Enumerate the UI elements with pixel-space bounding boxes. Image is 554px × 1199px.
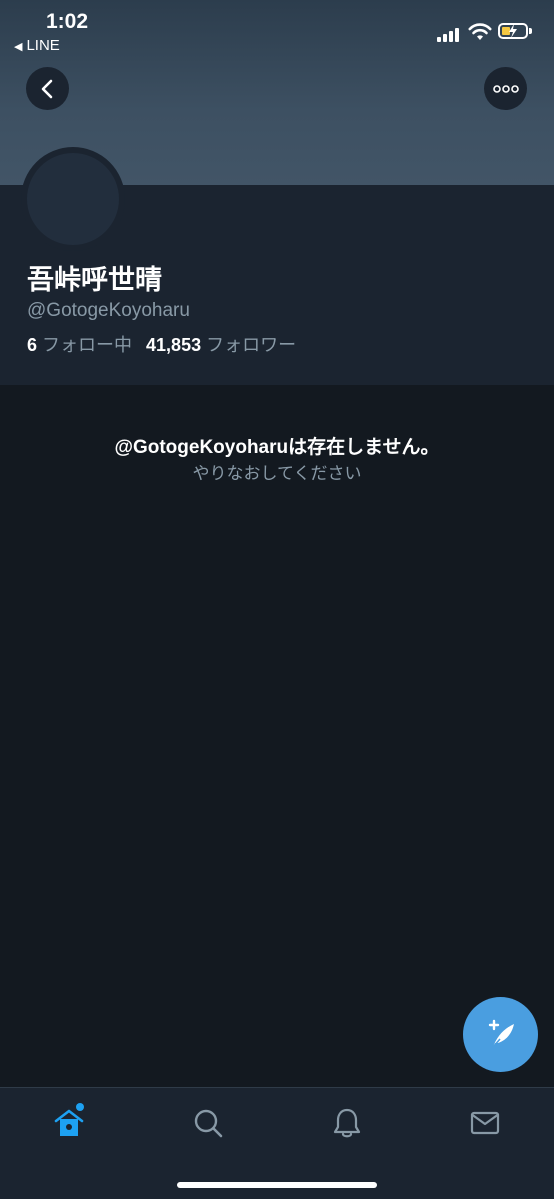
new-content-dot (76, 1103, 84, 1111)
timeline-area (0, 385, 554, 1087)
wifi-icon (468, 23, 492, 40)
ellipsis-icon (492, 84, 519, 93)
back-triangle-icon: ◀ (14, 41, 23, 53)
followers-link[interactable]: 41,853 フォロワー (146, 335, 296, 355)
tab-messages[interactable] (465, 1103, 505, 1143)
search-icon (194, 1109, 223, 1138)
tab-search[interactable] (188, 1103, 228, 1143)
chevron-left-icon (41, 79, 52, 98)
status-time: 1:02 (46, 10, 89, 33)
not-found-subtitle: やりなおしてください (192, 464, 362, 483)
cellular-signal-icon (437, 26, 463, 42)
display-name: 吾峠呼世晴 (27, 265, 162, 295)
back-app-label: LINE (26, 37, 60, 54)
back-to-app-link[interactable]: ◀ LINE (14, 37, 60, 54)
not-found-title: @GotogeKoyoharuは存在しません。 (114, 437, 440, 458)
home-icon (54, 1109, 84, 1136)
tab-notifications[interactable] (327, 1103, 367, 1143)
battery-tip (529, 28, 532, 34)
envelope-icon (470, 1111, 500, 1135)
following-link[interactable]: 6 フォロー中 (27, 335, 132, 355)
status-bar: 1:02 ◀ LINE (0, 0, 554, 60)
back-button[interactable] (26, 67, 69, 110)
following-count: 6 (27, 335, 38, 355)
followers-label: フォロワー (206, 335, 297, 355)
follow-stats: 6 フォロー中 41,853 フォロワー (27, 331, 296, 357)
charging-bolt-icon (509, 24, 517, 38)
compose-tweet-icon (488, 1019, 514, 1048)
avatar[interactable] (27, 153, 119, 245)
following-label: フォロー中 (42, 335, 133, 355)
bell-icon (333, 1108, 361, 1138)
compose-tweet-button[interactable] (463, 997, 538, 1072)
more-options-button[interactable] (484, 67, 527, 110)
home-indicator (177, 1182, 377, 1188)
followers-count: 41,853 (146, 335, 202, 355)
user-handle: @GotogeKoyoharu (27, 300, 190, 321)
